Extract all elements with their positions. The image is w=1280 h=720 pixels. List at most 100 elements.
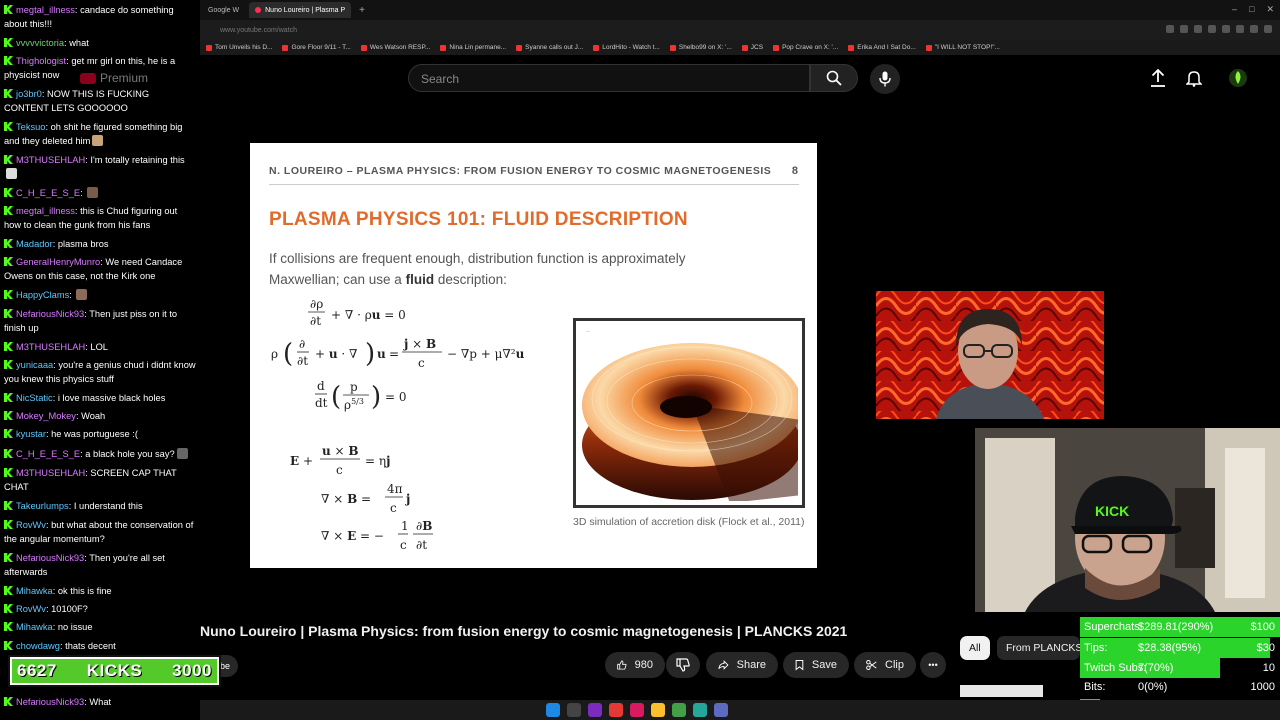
bookmark-label: Nina Lin permane...: [449, 44, 507, 51]
svg-text:ρ: ρ: [271, 347, 278, 361]
chat-username[interactable]: Thighologist: [16, 56, 66, 66]
save-button[interactable]: Save: [783, 652, 849, 678]
browser-tab-active[interactable]: Nuno Loureiro | Plasma P: [249, 2, 352, 18]
chat-message: HappyClams:: [4, 289, 196, 303]
chat-username[interactable]: chowdawg: [16, 641, 60, 651]
app-icon[interactable]: [630, 703, 644, 717]
bookmark-item[interactable]: Wes Watson RESP...: [360, 44, 430, 51]
video-player[interactable]: N. LOUREIRO – PLASMA PHYSICS: FROM FUSIO…: [250, 143, 817, 568]
chat-username[interactable]: NefariousNick93: [16, 697, 84, 707]
kick-badge-icon: [4, 239, 13, 248]
bookmark-item[interactable]: Nina Lin permane...: [440, 44, 506, 51]
chat-username[interactable]: kyustar: [16, 429, 46, 439]
kicks-goal: 3000: [172, 661, 212, 680]
bookmark-item[interactable]: Shelbo99 on X: '...: [669, 44, 732, 51]
chat-message: M3THUSEHLAH: SCREEN CAP THAT CHAT: [4, 467, 196, 494]
chat-username[interactable]: RovWv: [16, 520, 46, 530]
chat-username[interactable]: Mihawka: [16, 622, 53, 632]
search-taskbar-icon[interactable]: [567, 703, 581, 717]
chat-emote-icon: [92, 134, 104, 146]
menu-icon[interactable]: [1264, 25, 1272, 33]
chat-username[interactable]: RovWv: [16, 604, 46, 614]
chat-username[interactable]: M3THUSEHLAH: [16, 342, 85, 352]
voice-search-button[interactable]: [870, 64, 900, 94]
bookmark-item[interactable]: Pop Crave on X: '...: [773, 44, 838, 51]
chat-username[interactable]: jo3br0: [16, 89, 42, 99]
more-actions-button[interactable]: •••: [920, 652, 946, 678]
youtube-favicon-icon: [255, 7, 262, 13]
maximize-icon[interactable]: □: [1249, 4, 1254, 15]
chip-from-plancks[interactable]: From PLANCKS: [997, 636, 1080, 660]
chat-username[interactable]: Mokey_Mokey: [16, 411, 76, 421]
slide-page-number: 8: [791, 165, 798, 177]
bookmark-item[interactable]: Syanne calls out J...: [516, 44, 583, 51]
star-icon[interactable]: [1180, 25, 1188, 33]
app-icon[interactable]: [609, 703, 623, 717]
streamer-webcam-graphic: KICK: [975, 428, 1280, 612]
chat-username[interactable]: NicStatic: [16, 393, 53, 403]
chat-username[interactable]: C_H_E_E_S_E: [16, 449, 80, 459]
zoom-icon[interactable]: [1166, 25, 1174, 33]
taskbar: [200, 700, 1280, 720]
chat-username[interactable]: megtal_illness: [16, 206, 75, 216]
kick-badge-icon: [4, 468, 13, 477]
chat-username[interactable]: Madador: [16, 239, 53, 249]
bookmark-icon: [795, 660, 804, 671]
avatar[interactable]: [1228, 68, 1248, 88]
chip-all[interactable]: All: [960, 636, 990, 660]
chat-username[interactable]: GeneralHenryMunro: [16, 257, 100, 267]
bookmark-item[interactable]: Gore Floor 9/11 - T...: [282, 44, 351, 51]
bookmark-item[interactable]: Tom Unveils his D...: [206, 44, 272, 51]
chat-username[interactable]: Teksuo: [16, 122, 45, 132]
extension-icon[interactable]: [1208, 25, 1216, 33]
bookmark-item[interactable]: JCS: [741, 44, 763, 51]
like-button[interactable]: 980: [605, 652, 665, 678]
upload-button[interactable]: [1148, 68, 1168, 88]
browser-tab[interactable]: Google W: [202, 2, 245, 18]
extension-icon[interactable]: [1222, 25, 1230, 33]
bookmark-item[interactable]: Erika And I Sat Do...: [848, 44, 916, 51]
bookmark-favicon-icon: [669, 44, 676, 51]
new-tab-icon[interactable]: +: [355, 5, 369, 16]
chat-username[interactable]: yunicaaa: [16, 360, 53, 370]
chat-username[interactable]: HappyClams: [16, 290, 69, 300]
app-icon[interactable]: [672, 703, 686, 717]
extension-icon[interactable]: [1194, 25, 1202, 33]
share-button[interactable]: Share: [706, 652, 778, 678]
chat-username[interactable]: Mihawka: [16, 586, 53, 596]
notifications-button[interactable]: [1184, 68, 1204, 88]
chat-username[interactable]: C_H_E_E_S_E: [16, 188, 80, 198]
search-button[interactable]: [810, 64, 858, 92]
goal-row: Bits: 0(0%) 1000: [1080, 677, 1280, 697]
svg-text:∂t: ∂t: [416, 538, 427, 552]
search-input[interactable]: Search: [408, 64, 810, 92]
close-icon[interactable]: ✕: [1266, 4, 1274, 15]
kick-badge-icon: [4, 393, 13, 402]
related-video-thumbnail[interactable]: [960, 685, 1043, 697]
kick-badge-icon: [4, 429, 13, 438]
chat-text: Woah: [81, 411, 106, 421]
app-icon[interactable]: [714, 703, 728, 717]
svg-text:ρ5/3: ρ5/3: [344, 397, 364, 412]
app-icon[interactable]: [693, 703, 707, 717]
chat-username[interactable]: Takeurlumps: [16, 501, 69, 511]
bookmark-item[interactable]: "I WILL NOT STOP!"...: [925, 44, 1000, 51]
bookmark-item[interactable]: LordHito - Watch t...: [593, 44, 660, 51]
clip-button[interactable]: Clip: [854, 652, 916, 678]
app-icon[interactable]: [588, 703, 602, 717]
chat-username[interactable]: M3THUSEHLAH: [16, 155, 85, 165]
svg-text:): ): [371, 382, 381, 412]
svg-text:∇ × B =: ∇ × B =: [321, 492, 371, 506]
dislike-button[interactable]: [666, 652, 700, 678]
minimize-icon[interactable]: –: [1232, 4, 1237, 15]
chat-username[interactable]: megtal_illness: [16, 5, 75, 15]
chat-username[interactable]: vvvvvictoria: [16, 38, 64, 48]
address-bar[interactable]: www.youtube.com/watch: [200, 20, 1280, 40]
profile-icon[interactable]: [1250, 25, 1258, 33]
extension-icon[interactable]: [1236, 25, 1244, 33]
windows-start-icon[interactable]: [546, 703, 560, 717]
folder-icon[interactable]: [651, 703, 665, 717]
chat-username[interactable]: NefariousNick93: [16, 553, 84, 563]
chat-username[interactable]: NefariousNick93: [16, 309, 84, 319]
chat-username[interactable]: M3THUSEHLAH: [16, 468, 85, 478]
